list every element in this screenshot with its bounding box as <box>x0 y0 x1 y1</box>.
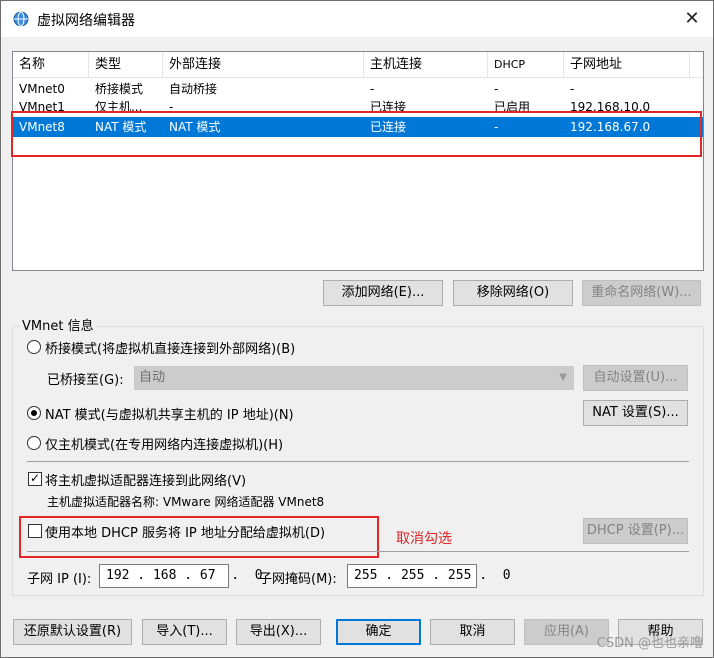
selection-highlight-box <box>11 111 702 157</box>
window-title: 虚拟网络编辑器 <box>37 13 135 29</box>
list-header: 名称 类型 外部连接 主机连接 DHCP 子网地址 <box>13 52 703 78</box>
remove-network-button[interactable]: 移除网络(O) <box>453 280 573 306</box>
cell-subnet: - <box>570 82 575 96</box>
subnet-mask-label: 子网掩码(M): <box>259 572 337 587</box>
cell-host: - <box>370 82 375 96</box>
rename-network-button[interactable]: 重命名网络(W)... <box>582 280 701 306</box>
subnet-ip-label: 子网 IP (I): <box>27 572 92 587</box>
separator <box>27 551 689 552</box>
table-row[interactable]: VMnet0 桥接模式 自动桥接 - - - <box>13 79 703 99</box>
separator <box>27 461 689 462</box>
bridged-to-select[interactable]: 自动 ▼ <box>134 366 574 390</box>
bridged-to-label: 已桥接至(G): <box>47 373 124 388</box>
host-only-radio[interactable] <box>27 436 41 450</box>
add-network-button[interactable]: 添加网络(E)... <box>323 280 443 306</box>
vmnet-info-label: VMnet 信息 <box>20 315 96 334</box>
connect-adapter-checkbox[interactable]: ✓ <box>28 471 42 486</box>
subnet-ip-field[interactable]: 192 . 168 . 67 . 0 <box>99 564 263 588</box>
adapter-name-text: 主机虚拟适配器名称: VMware 网络适配器 VMnet8 <box>47 495 325 509</box>
close-icon[interactable]: ✕ <box>679 7 705 31</box>
dhcp-settings-button[interactable]: DHCP 设置(P)... <box>583 518 688 544</box>
import-button[interactable]: 导入(T)... <box>142 619 227 645</box>
column-header-subnet[interactable]: 子网地址 <box>564 52 690 78</box>
cell-external: 自动桥接 <box>169 82 218 96</box>
restore-defaults-button[interactable]: 还原默认设置(R) <box>13 619 132 645</box>
bridge-mode-radio[interactable] <box>27 340 41 354</box>
uncheck-annotation: 取消勾选 <box>396 531 452 547</box>
network-globe-icon <box>13 11 29 27</box>
column-header-type[interactable]: 类型 <box>89 52 163 78</box>
host-only-label[interactable]: 仅主机模式(在专用网络内连接虚拟机)(H) <box>45 434 283 453</box>
connect-adapter-label[interactable]: 将主机虚拟适配器连接到此网络(V) <box>45 470 246 489</box>
nat-mode-label[interactable]: NAT 模式(与虚拟机共享主机的 IP 地址)(N) <box>45 404 294 423</box>
bridged-to-value: 自动 <box>139 370 166 385</box>
column-header-host[interactable]: 主机连接 <box>364 52 488 78</box>
watermark: CSDN @也也亲噜 <box>596 636 703 651</box>
chevron-down-icon: ▼ <box>559 372 567 383</box>
virtual-network-editor-window: 虚拟网络编辑器 ✕ 名称 类型 外部连接 主机连接 DHCP 子网地址 VMne… <box>0 0 714 658</box>
cancel-button[interactable]: 取消 <box>430 619 515 645</box>
column-header-name[interactable]: 名称 <box>13 52 89 78</box>
auto-settings-button[interactable]: 自动设置(U)... <box>583 365 688 391</box>
bridge-mode-label[interactable]: 桥接模式(将虚拟机直接连接到外部网络)(B) <box>45 338 295 357</box>
nat-settings-button[interactable]: NAT 设置(S)... <box>583 400 688 426</box>
checkmark-icon: ✓ <box>30 471 41 485</box>
network-list[interactable]: 名称 类型 外部连接 主机连接 DHCP 子网地址 VMnet0 桥接模式 自动… <box>12 51 704 271</box>
nat-mode-radio[interactable] <box>27 406 41 420</box>
title-bar: 虚拟网络编辑器 ✕ <box>1 1 713 37</box>
cell-dhcp: - <box>494 82 499 96</box>
column-header-dhcp[interactable]: DHCP <box>488 52 564 78</box>
ok-button[interactable]: 确定 <box>336 619 421 645</box>
subnet-mask-field[interactable]: 255 . 255 . 255 . 0 <box>347 564 511 588</box>
export-button[interactable]: 导出(X)... <box>236 619 321 645</box>
cell-type: 桥接模式 <box>95 82 144 96</box>
cell-name: VMnet0 <box>19 82 65 96</box>
column-header-external[interactable]: 外部连接 <box>163 52 364 78</box>
